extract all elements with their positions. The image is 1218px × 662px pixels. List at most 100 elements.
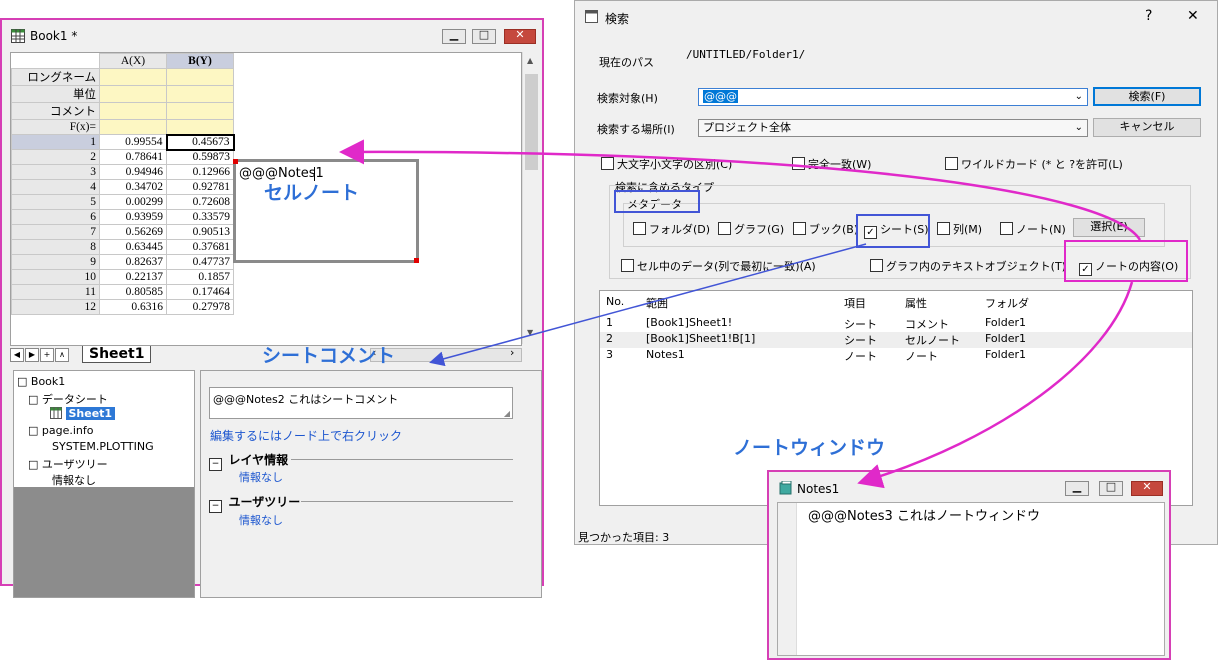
row-header[interactable]: 8 (11, 239, 100, 255)
column-item[interactable]: 項目 (844, 295, 866, 311)
search-target-input[interactable]: @@@ ⌄ (698, 88, 1088, 106)
type-graph-checkbox[interactable]: グラフ(G) (718, 221, 784, 237)
meta-cell[interactable] (99, 68, 167, 86)
minimize-button[interactable]: ▁ (442, 28, 466, 44)
checkbox-icon[interactable] (633, 222, 646, 235)
help-button[interactable]: ? (1145, 8, 1152, 24)
data-cell[interactable]: 0.59873 (166, 149, 234, 165)
close-button[interactable]: ✕ (504, 28, 536, 44)
result-row[interactable]: 2 [Book1]Sheet1!B[1] シート セルノート Folder1 (600, 332, 1192, 348)
vertical-scrollbar[interactable]: ▲ ▼ (522, 52, 540, 344)
row-header[interactable]: 12 (11, 299, 100, 315)
collapse-icon[interactable]: □ (28, 424, 38, 437)
chevron-down-icon[interactable]: ⌄ (1075, 120, 1083, 136)
column-range[interactable]: 範囲 (646, 295, 668, 311)
add-sheet-icon[interactable]: + (40, 348, 54, 362)
sheet-comment-field[interactable]: @@@Notes2 これはシートコメント ◢ (209, 387, 513, 419)
cancel-button[interactable]: キャンセル (1093, 118, 1201, 137)
wildcard-checkbox[interactable]: ワイルドカード (* と ?を許可(L) (945, 156, 1123, 172)
resize-grip-icon[interactable]: ◢ (504, 409, 510, 418)
search-location-select[interactable]: プロジェクト全体 ⌄ (698, 119, 1088, 137)
data-cell[interactable]: 0.1857 (166, 269, 234, 285)
data-cell[interactable]: 0.94946 (99, 164, 167, 180)
meta-cell[interactable] (99, 102, 167, 120)
scroll-down-icon[interactable]: ▼ (527, 328, 533, 337)
user-tree-section[interactable]: − ユーザツリー (209, 493, 300, 513)
data-cell[interactable]: 0.27978 (166, 299, 234, 315)
data-cell[interactable]: 0.63445 (99, 239, 167, 255)
checkbox-icon[interactable] (793, 222, 806, 235)
checkbox-icon[interactable] (937, 222, 950, 235)
checkbox-icon[interactable] (601, 157, 614, 170)
search-button[interactable]: 検索(F) (1093, 87, 1201, 106)
data-cell[interactable]: 0.92781 (166, 179, 234, 195)
data-cell[interactable]: 0.00299 (99, 194, 167, 210)
row-header[interactable]: 1 (11, 134, 100, 150)
case-sensitive-checkbox[interactable]: 大文字小文字の区別(C) (601, 156, 732, 172)
column-folder[interactable]: フォルダ (985, 295, 1029, 311)
tree-node-sheet1[interactable]: Sheet1 (50, 407, 116, 420)
column-header-b[interactable]: B(Y) (166, 53, 234, 69)
type-book-checkbox[interactable]: ブック(B) (793, 221, 858, 237)
collapse-icon[interactable]: − (209, 458, 222, 471)
layer-info-section[interactable]: − レイヤ情報 (209, 451, 288, 471)
type-folder-checkbox[interactable]: フォルダ(D) (633, 221, 710, 237)
data-cell[interactable]: 0.37681 (166, 239, 234, 255)
exact-match-checkbox[interactable]: 完全一致(W) (792, 156, 871, 172)
tree-node-usertree[interactable]: □ ユーザツリー (28, 456, 108, 472)
meta-row-header[interactable]: F(x)= (11, 119, 100, 135)
meta-cell[interactable] (166, 68, 234, 86)
close-button[interactable]: ✕ (1187, 8, 1199, 24)
collapse-icon[interactable]: − (209, 500, 222, 513)
row-header[interactable]: 4 (11, 179, 100, 195)
checkbox-icon[interactable] (718, 222, 731, 235)
row-header[interactable]: 3 (11, 164, 100, 180)
row-header[interactable]: 7 (11, 224, 100, 240)
data-cell[interactable]: 0.93959 (99, 209, 167, 225)
data-cell[interactable]: 0.6316 (99, 299, 167, 315)
data-cell[interactable]: 0.12966 (166, 164, 234, 180)
data-cell-active[interactable]: 0.45673 (165, 133, 235, 151)
data-cell[interactable]: 0.22137 (99, 269, 167, 285)
data-cell[interactable]: 0.80585 (99, 284, 167, 300)
cell-data-checkbox[interactable]: セル中のデータ(列で最初に一致)(A) (621, 258, 816, 274)
column-header-a[interactable]: A(X) (99, 53, 167, 69)
tab-sheet1[interactable]: Sheet1 (82, 346, 152, 363)
meta-cell[interactable] (166, 102, 234, 120)
tree-node-book1[interactable]: □ Book1 (17, 375, 65, 388)
tree-node-pageinfo[interactable]: □ page.info (28, 424, 94, 437)
next-sheet-icon[interactable]: ▶ (25, 348, 39, 362)
data-cell[interactable]: 0.78641 (99, 149, 167, 165)
row-header[interactable]: 2 (11, 149, 100, 165)
meta-cell[interactable] (166, 85, 234, 103)
first-sheet-icon[interactable]: ◀ (10, 348, 24, 362)
meta-cell[interactable] (166, 119, 234, 135)
maximize-button[interactable]: □ (1099, 480, 1123, 496)
corner-cell[interactable] (11, 53, 100, 69)
scroll-right-icon[interactable]: › (510, 346, 514, 359)
column-attribute[interactable]: 属性 (905, 295, 927, 311)
chevron-down-icon[interactable]: ⌄ (1075, 89, 1083, 105)
scrollbar-thumb[interactable] (525, 74, 538, 170)
checkbox-icon[interactable] (792, 157, 805, 170)
result-row[interactable]: 1 [Book1]Sheet1! シート コメント Folder1 (600, 316, 1192, 332)
meta-cell[interactable] (99, 119, 167, 135)
data-cell[interactable]: 0.90513 (166, 224, 234, 240)
select-button[interactable]: 選択(E) (1073, 218, 1145, 237)
checkbox-icon[interactable] (945, 157, 958, 170)
data-cell[interactable]: 0.47737 (166, 254, 234, 270)
close-button[interactable]: ✕ (1131, 480, 1163, 496)
tree-node-system-plotting[interactable]: SYSTEM.PLOTTING (52, 440, 154, 453)
meta-cell[interactable] (99, 85, 167, 103)
tree-node-datasheet[interactable]: □ データシート (28, 391, 108, 407)
book1-titlebar[interactable]: Book1 * ▁ □ ✕ (2, 20, 542, 50)
minimize-button[interactable]: ▁ (1065, 480, 1089, 496)
row-header[interactable]: 9 (11, 254, 100, 270)
result-row[interactable]: 3 Notes1 ノート ノート Folder1 (600, 348, 1192, 364)
checkbox-icon[interactable] (621, 259, 634, 272)
data-cell[interactable]: 0.72608 (166, 194, 234, 210)
checkbox-icon[interactable] (1000, 222, 1013, 235)
row-header[interactable]: 10 (11, 269, 100, 285)
maximize-button[interactable]: □ (472, 28, 496, 44)
data-cell[interactable]: 0.56269 (99, 224, 167, 240)
